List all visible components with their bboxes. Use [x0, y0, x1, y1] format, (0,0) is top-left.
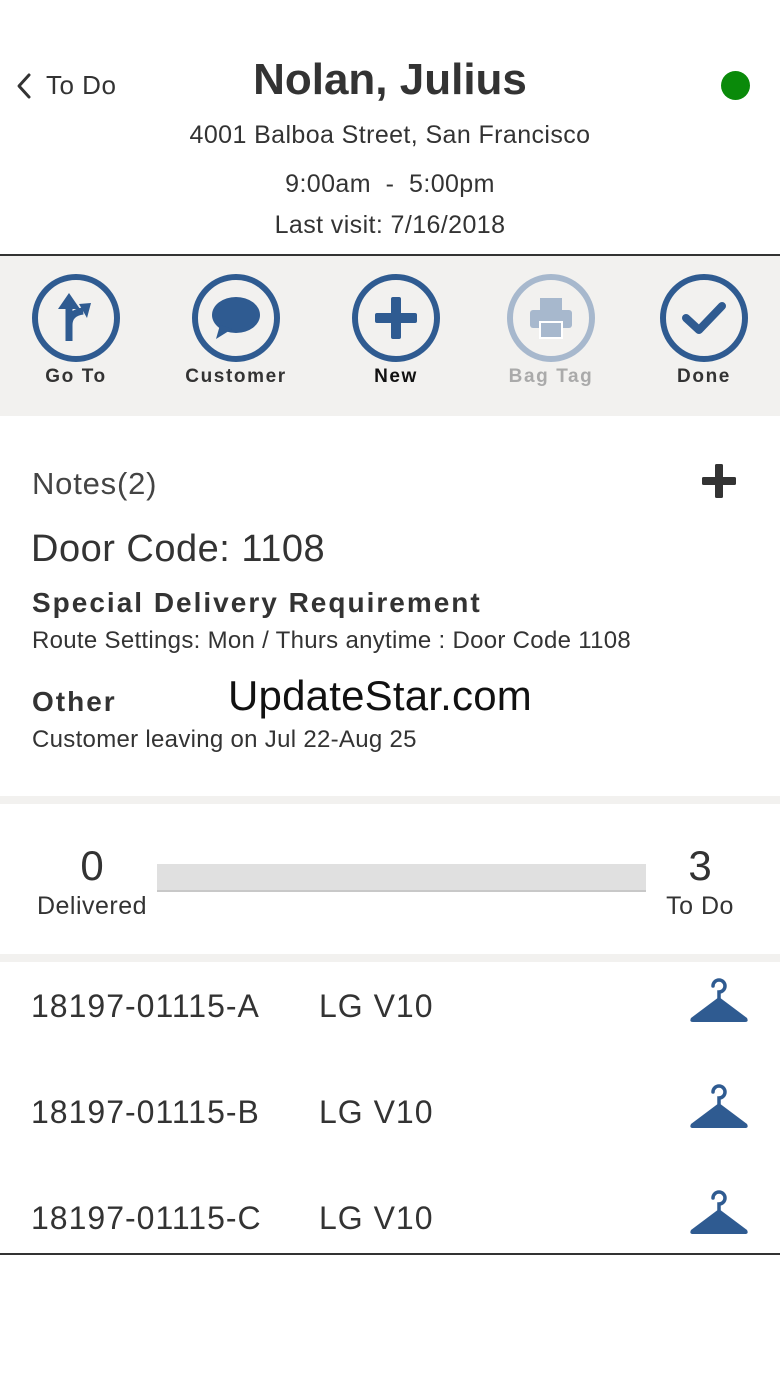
hanger-icon[interactable]	[688, 1082, 750, 1132]
item-model: LG V10	[319, 1200, 434, 1236]
bag-tag-label: Bag Tag	[508, 366, 594, 387]
todo-label: To Do	[666, 892, 734, 920]
delivered-count: 0	[80, 842, 104, 889]
status-indicator	[721, 71, 750, 100]
printer-icon	[530, 298, 572, 339]
done-button[interactable]: Done	[639, 274, 769, 388]
customer-name: Nolan, Julius	[253, 55, 527, 104]
customer-button[interactable]: Customer	[171, 274, 301, 388]
list-item[interactable]: 18197-01115-C LG V10	[0, 1174, 780, 1280]
goto-label: Go To	[45, 366, 107, 387]
section-divider	[0, 796, 780, 804]
note-heading-special: Special Delivery Requirement	[32, 587, 482, 618]
customer-header: To Do Nolan, Julius 4001 Balboa Street, …	[0, 0, 780, 256]
list-item[interactable]: 18197-01115-B LG V10	[0, 1068, 780, 1174]
door-code: Door Code: 1108	[31, 528, 326, 570]
action-toolbar: Go To Customer New Bag Tag Done	[0, 256, 780, 416]
note-text-special: Route Settings: Mon / Thurs anytime : Do…	[32, 627, 632, 654]
last-visit: Last visit: 7/16/2018	[274, 211, 506, 239]
todo-count: 3	[688, 842, 712, 889]
done-label: Done	[677, 366, 731, 387]
plus-icon	[375, 297, 417, 339]
add-note-icon[interactable]	[702, 464, 736, 498]
delivery-hours: 9:00am - 5:00pm	[285, 170, 495, 198]
delivery-progress: 0 Delivered 3 To Do	[0, 804, 780, 954]
progress-bar	[157, 864, 646, 892]
customer-address: 4001 Balboa Street, San Francisco	[189, 121, 591, 149]
item-id: 18197-01115-C	[31, 1200, 262, 1236]
chat-bubble-icon	[212, 297, 260, 339]
note-text-other: Customer leaving on Jul 22-Aug 25	[32, 726, 417, 753]
watermark: UpdateStar.com	[228, 672, 532, 719]
item-model: LG V10	[319, 988, 434, 1024]
notes-title: Notes(2)	[32, 466, 158, 501]
section-divider	[0, 954, 780, 962]
bag-tag-button[interactable]: Bag Tag	[486, 274, 616, 388]
list-item[interactable]: 18197-01115-A LG V10	[0, 962, 780, 1068]
delivered-label: Delivered	[36, 892, 148, 920]
new-button[interactable]: New	[331, 274, 461, 388]
item-list: 18197-01115-A LG V10 18197-01115-B LG V1…	[0, 962, 780, 1255]
checkmark-icon	[682, 302, 726, 334]
notes-section: Notes(2) Door Code: 1108 Special Deliver…	[0, 416, 780, 796]
item-id: 18197-01115-A	[31, 988, 260, 1024]
item-id: 18197-01115-B	[31, 1094, 260, 1130]
customer-label: Customer	[185, 366, 287, 387]
new-label: New	[374, 366, 418, 387]
hanger-icon[interactable]	[688, 1188, 750, 1238]
goto-button[interactable]: Go To	[11, 274, 141, 388]
directions-icon	[58, 293, 91, 341]
item-model: LG V10	[319, 1094, 434, 1130]
hanger-icon[interactable]	[688, 976, 750, 1026]
note-heading-other: Other	[32, 686, 117, 717]
